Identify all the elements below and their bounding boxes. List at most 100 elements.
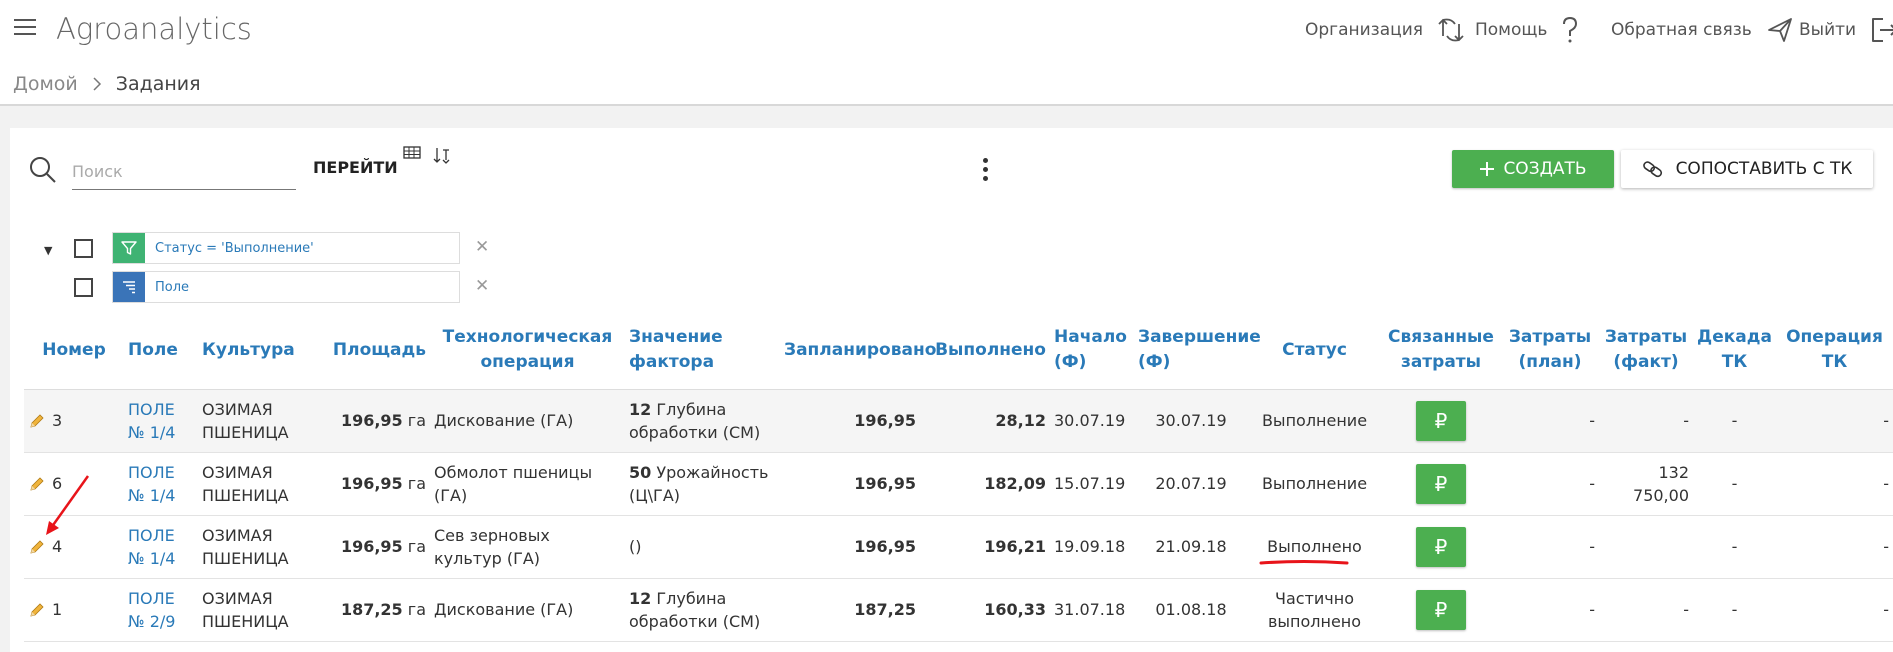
col-header-cost-plan[interactable]: Затраты (план) bbox=[1501, 311, 1599, 390]
col-header-culture[interactable]: Культура bbox=[198, 311, 310, 390]
table-row[interactable]: 1 ПОЛЕ № 2/9 ОЗИМАЯ ПШЕНИЦА 187,25 га Ди… bbox=[24, 578, 1893, 642]
row-number: 6 bbox=[52, 474, 63, 494]
col-header-area[interactable]: Площадь bbox=[310, 311, 430, 390]
op-tk-cell: - bbox=[1776, 452, 1893, 516]
filter-chip-status[interactable]: Статус = 'Выполнение' bbox=[112, 232, 460, 264]
col-header-tech-op[interactable]: Технологическая операция bbox=[430, 311, 625, 390]
done-value: 196,21 bbox=[984, 537, 1046, 557]
col-header-decade-tk[interactable]: Декада ТК bbox=[1693, 311, 1776, 390]
area-unit: га bbox=[407, 474, 426, 494]
field-link[interactable]: ПОЛЕ № 2/9 bbox=[128, 589, 175, 631]
tech-op-cell: Сев зерновых культур (ГА) bbox=[430, 515, 625, 579]
end-date: 20.07.19 bbox=[1134, 452, 1248, 516]
chevron-right-icon bbox=[93, 77, 101, 91]
col-header-field[interactable]: Поле bbox=[124, 311, 198, 390]
filter-chip-field-label: Поле bbox=[155, 279, 190, 295]
linked-costs-button[interactable]: ₽ bbox=[1416, 590, 1466, 630]
table-view-icon[interactable] bbox=[403, 145, 421, 161]
field-link[interactable]: ПОЛЕ № 1/4 bbox=[128, 463, 175, 505]
done-value: 160,33 bbox=[984, 600, 1046, 620]
filter-checkbox-field[interactable] bbox=[74, 278, 93, 297]
breadcrumb: Домой Задания bbox=[13, 73, 201, 95]
edit-pencil-icon[interactable] bbox=[28, 601, 46, 619]
collapse-filters-icon[interactable]: ▼ bbox=[44, 244, 52, 257]
edit-pencil-icon[interactable] bbox=[28, 538, 46, 556]
factor-value: 50 bbox=[629, 462, 652, 482]
remove-filter-field-icon[interactable]: ✕ bbox=[475, 276, 489, 296]
table-row[interactable]: 4 ПОЛЕ № 1/4 ОЗИМАЯ ПШЕНИЦА 196,95 га Се… bbox=[24, 515, 1893, 579]
row-number: 1 bbox=[52, 600, 63, 620]
table-row[interactable]: 6 ПОЛЕ № 1/4 ОЗИМАЯ ПШЕНИЦА 196,95 га Об… bbox=[24, 452, 1893, 516]
remove-filter-status-icon[interactable]: ✕ bbox=[475, 237, 489, 257]
linked-costs-button[interactable]: ₽ bbox=[1416, 527, 1466, 567]
status-cell: Частично выполнено bbox=[1248, 578, 1381, 642]
hamburger-menu-icon[interactable] bbox=[14, 19, 36, 37]
filter-checkbox-status[interactable] bbox=[74, 239, 93, 258]
feedback-label: Обратная связь bbox=[1611, 20, 1752, 40]
decade-tk-cell: - bbox=[1693, 452, 1776, 516]
filter-chip-field[interactable]: Поле bbox=[112, 271, 460, 303]
search-input[interactable] bbox=[72, 154, 296, 190]
start-date: 19.09.18 bbox=[1050, 515, 1134, 579]
planned-value: 196,95 bbox=[854, 411, 916, 431]
col-header-number[interactable]: Номер bbox=[24, 311, 124, 390]
decade-tk-cell: - bbox=[1693, 515, 1776, 579]
logout-label: Выйти bbox=[1799, 20, 1857, 40]
culture-cell: ОЗИМАЯ ПШЕНИЦА bbox=[198, 578, 310, 642]
col-header-linked-costs[interactable]: Связанные затраты bbox=[1381, 311, 1501, 390]
sync-icon bbox=[1438, 18, 1464, 42]
edit-pencil-icon[interactable] bbox=[28, 412, 46, 430]
logout-link[interactable]: Выйти bbox=[1799, 15, 1893, 45]
table-header-row: Номер Поле Культура Площадь Технологичес… bbox=[24, 311, 1893, 390]
compare-with-tk-button[interactable]: СОПОСТАВИТЬ С ТК bbox=[1621, 150, 1873, 188]
field-link[interactable]: ПОЛЕ № 1/4 bbox=[128, 526, 175, 568]
more-options-icon[interactable] bbox=[983, 158, 989, 185]
linked-costs-button[interactable]: ₽ bbox=[1416, 464, 1466, 504]
col-header-planned[interactable]: Запланировано bbox=[780, 311, 936, 390]
create-button[interactable]: СОЗДАТЬ bbox=[1452, 150, 1614, 188]
help-link[interactable]: Помощь bbox=[1475, 15, 1579, 45]
area-value: 196,95 bbox=[340, 537, 403, 557]
col-header-done[interactable]: Выполнено bbox=[920, 311, 1050, 390]
tech-op-cell: Дискование (ГА) bbox=[430, 578, 625, 642]
col-header-end[interactable]: Завершение (Ф) bbox=[1134, 311, 1261, 390]
factor-value: 12 bbox=[629, 399, 652, 419]
decade-tk-cell: - bbox=[1693, 389, 1776, 453]
col-header-factor[interactable]: Значение фактора bbox=[625, 311, 780, 390]
breadcrumb-home[interactable]: Домой bbox=[13, 73, 78, 95]
end-date: 21.09.18 bbox=[1134, 515, 1248, 579]
col-header-start[interactable]: Начало (Ф) bbox=[1050, 311, 1134, 390]
create-label: СОЗДАТЬ bbox=[1503, 159, 1587, 179]
cost-plan-cell: - bbox=[1501, 578, 1599, 642]
start-date: 31.07.18 bbox=[1050, 578, 1134, 642]
col-header-status[interactable]: Статус bbox=[1248, 311, 1381, 390]
search-icon bbox=[30, 157, 56, 183]
start-date: 15.07.19 bbox=[1050, 452, 1134, 516]
sort-toggle-icon[interactable] bbox=[433, 145, 453, 165]
linked-costs-button[interactable]: ₽ bbox=[1416, 401, 1466, 441]
sort-icon bbox=[113, 272, 145, 302]
organization-label: Организация bbox=[1305, 20, 1423, 40]
culture-cell: ОЗИМАЯ ПШЕНИЦА bbox=[198, 389, 310, 453]
end-date: 01.08.18 bbox=[1134, 578, 1248, 642]
planned-value: 187,25 bbox=[854, 600, 916, 620]
logout-icon bbox=[1872, 18, 1893, 42]
field-link[interactable]: ПОЛЕ № 1/4 bbox=[128, 400, 175, 442]
go-button[interactable]: ПЕРЕЙТИ bbox=[313, 158, 398, 177]
feedback-link[interactable]: Обратная связь bbox=[1611, 15, 1794, 45]
tasks-table-wrap: Номер Поле Культура Площадь Технологичес… bbox=[24, 311, 1893, 642]
col-header-op-tk[interactable]: Операция ТК bbox=[1776, 311, 1893, 390]
done-value: 182,09 bbox=[984, 474, 1046, 494]
planned-value: 196,95 bbox=[854, 537, 916, 557]
done-value: 28,12 bbox=[995, 411, 1046, 431]
row-number: 4 bbox=[52, 537, 63, 557]
op-tk-cell: - bbox=[1776, 578, 1893, 642]
tech-op-cell: Дискование (ГА) bbox=[430, 389, 625, 453]
col-header-cost-fact[interactable]: Затраты (факт) bbox=[1599, 311, 1693, 390]
area-value: 196,95 bbox=[340, 411, 403, 431]
edit-pencil-icon[interactable] bbox=[28, 475, 46, 493]
table-row[interactable]: 3 ПОЛЕ № 1/4 ОЗИМАЯ ПШЕНИЦА 196,95 га Ди… bbox=[24, 389, 1893, 453]
decade-tk-cell: - bbox=[1693, 578, 1776, 642]
organization-link[interactable]: Организация bbox=[1305, 15, 1465, 45]
plus-icon bbox=[1480, 162, 1495, 176]
